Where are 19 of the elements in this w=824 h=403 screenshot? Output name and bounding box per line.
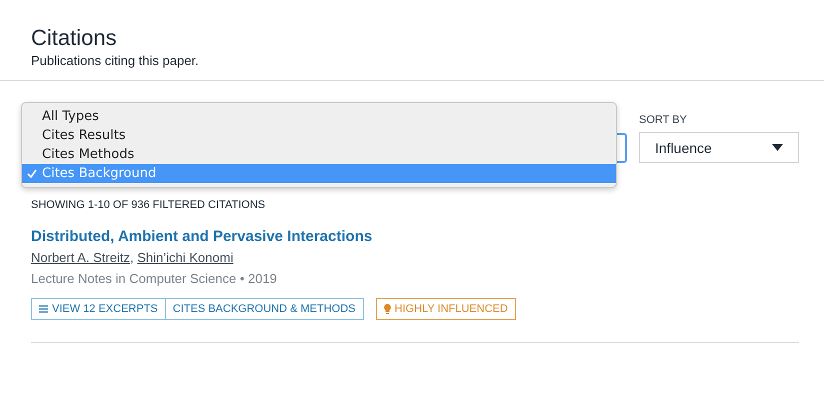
menu-item[interactable]: All Types xyxy=(22,107,616,126)
excerpts-button[interactable]: VIEW 12 EXCERPTS xyxy=(31,298,166,320)
author-link[interactable]: Norbert A. Streitz xyxy=(31,250,130,265)
citation-title[interactable]: Distributed, Ambient and Pervasive Interactions xyxy=(31,228,372,245)
caret-icon xyxy=(772,144,783,151)
section-title: Citations xyxy=(31,24,118,52)
intent-button[interactable]: CITES BACKGROUND & METHODS xyxy=(166,298,364,320)
check-icon xyxy=(27,169,37,178)
results-count: SHOWING 1-10 OF 936 FILTERED CITATIONS xyxy=(31,199,266,211)
menu-item[interactable]: Cites Methods xyxy=(22,145,616,164)
menu-item[interactable]: Cites Results xyxy=(22,126,616,145)
author-separator: , xyxy=(130,250,134,265)
author-link[interactable]: Shin’ichi Konomi xyxy=(137,250,234,265)
section-subtitle: Publications citing this paper. xyxy=(31,53,200,68)
sort-label: SORT BY xyxy=(639,114,688,126)
sort-select[interactable]: Influence xyxy=(639,132,799,163)
list-icon xyxy=(39,305,48,313)
lightbulb-icon xyxy=(384,304,391,314)
venue-text: Lecture Notes in Computer Science • 2019 xyxy=(31,271,278,286)
